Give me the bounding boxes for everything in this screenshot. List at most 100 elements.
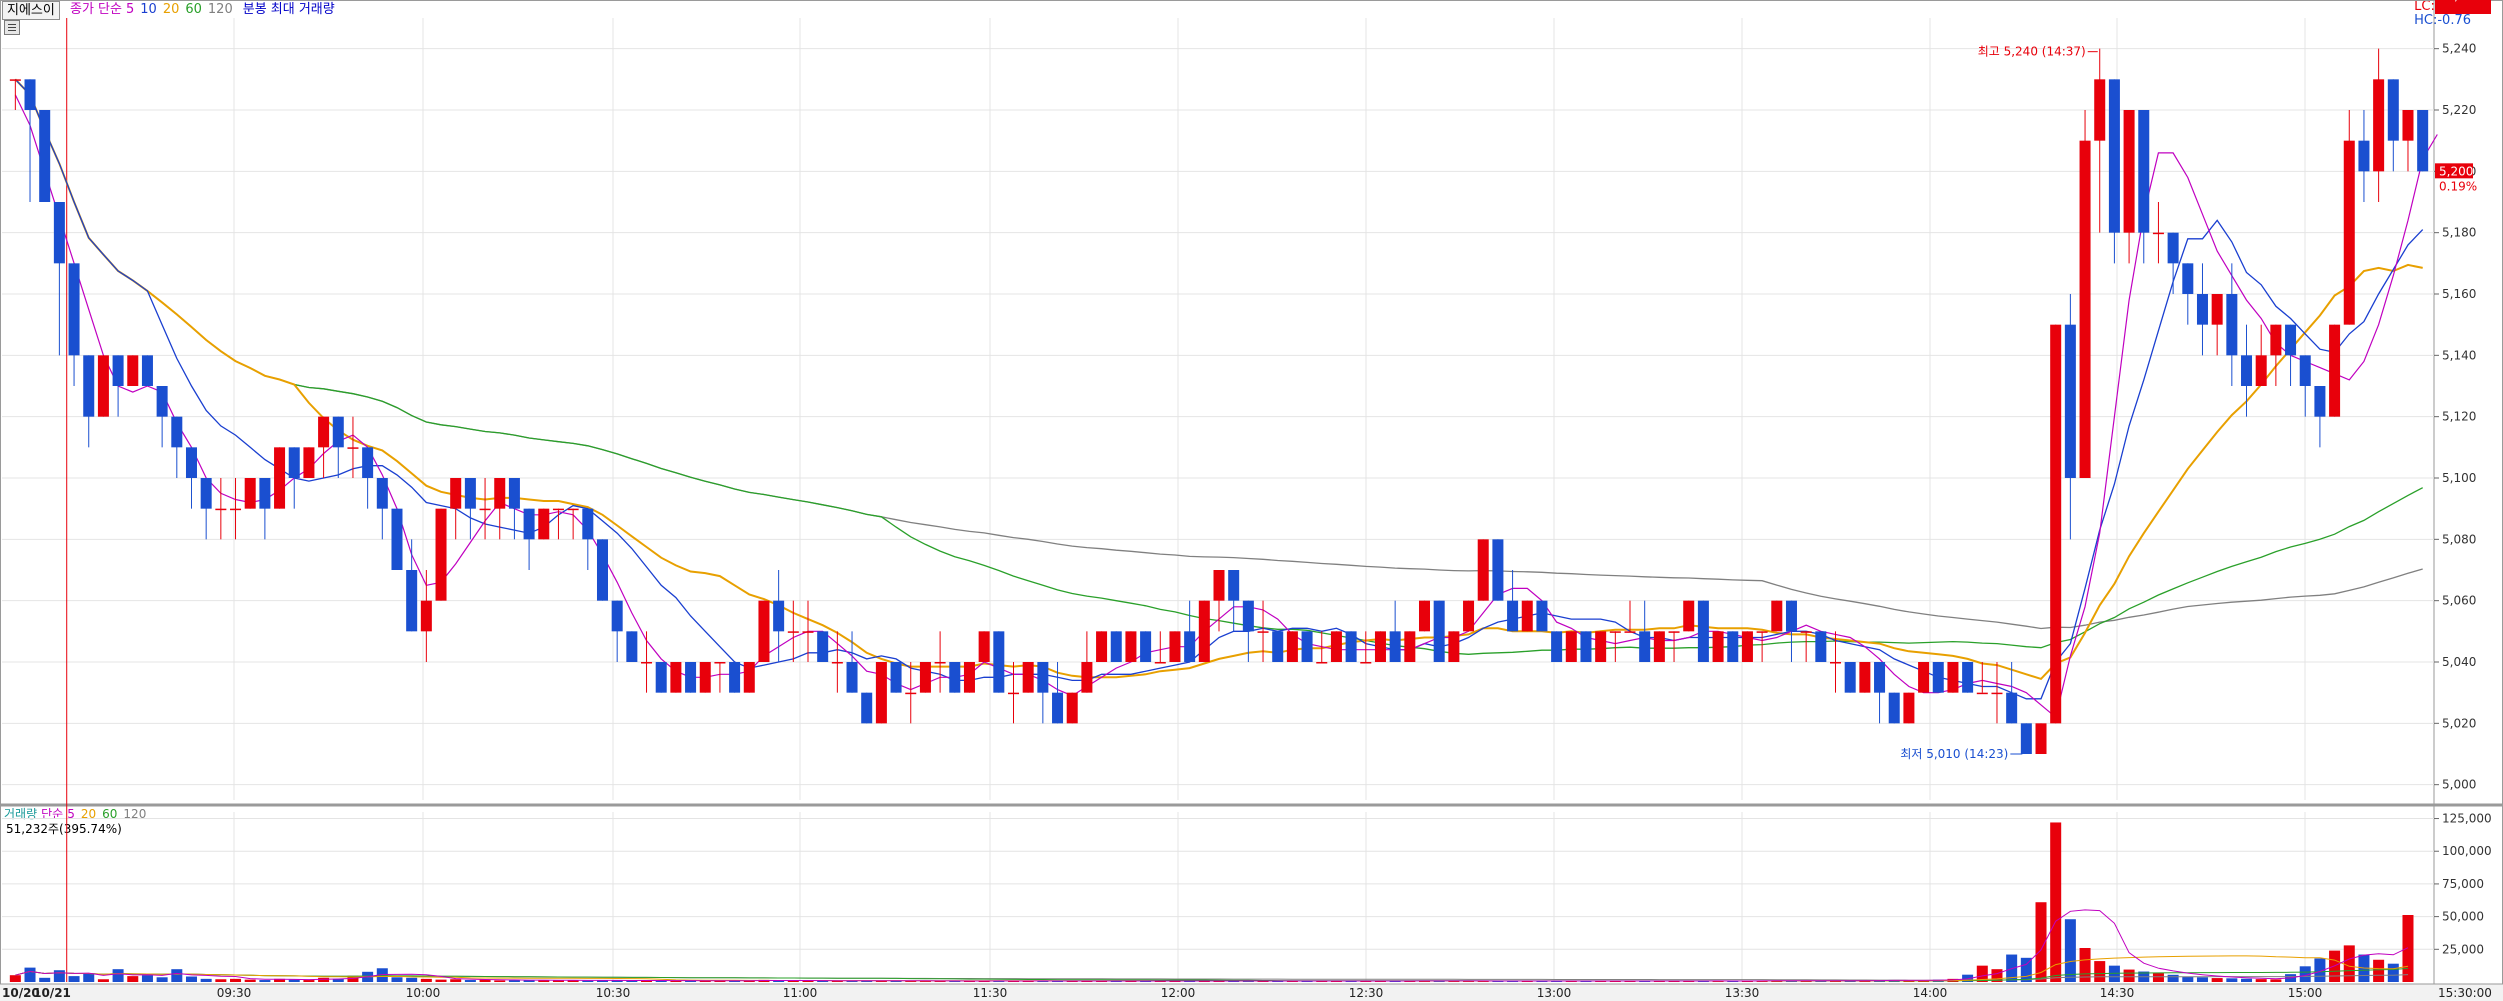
candle-body (2373, 79, 2385, 172)
candle-body (435, 508, 447, 601)
volume-bar (53, 970, 65, 982)
time-tick-label: 10:00 (406, 986, 441, 1000)
candle-body (318, 416, 330, 448)
candle-body (215, 508, 227, 511)
price-tick-label: 5,000 (2442, 778, 2476, 792)
low-annotation: 최저 5,010 (14:23) (1900, 747, 2008, 761)
candle-body (1639, 631, 1651, 662)
volume-bar (435, 979, 447, 982)
candle-body (1565, 631, 1577, 662)
last-price-change: 0.19% (2439, 179, 2477, 193)
volume-bar (83, 973, 95, 982)
candle-body (288, 447, 300, 478)
candle-body (1022, 662, 1034, 693)
candle-body (450, 478, 462, 509)
candle-body (2241, 355, 2253, 386)
time-tick-label: 09:30 (217, 986, 252, 1000)
price-tick-label: 5,180 (2442, 226, 2476, 240)
candle-body (2020, 723, 2032, 754)
candle-body (362, 447, 374, 478)
candle-body (1360, 662, 1372, 664)
candle-body (1947, 662, 1959, 693)
volume-bar (127, 976, 139, 982)
candle-body (259, 478, 271, 509)
candle-body (729, 662, 741, 693)
candle-body (1345, 631, 1357, 662)
candle-body (1727, 631, 1739, 662)
volume-bar (215, 979, 227, 982)
candle-body (1830, 662, 1842, 664)
candle-body (1213, 570, 1225, 601)
stock-chart-svg[interactable]: 5,000 5,020 5,040 5,060 5,080 5,100 5,120 5,140… (0, 0, 2503, 1001)
candle-body (626, 631, 638, 662)
candle-body (2152, 232, 2164, 235)
volume-bar (406, 977, 418, 982)
candle-body (2182, 263, 2194, 294)
candle-body (861, 692, 873, 724)
candle-body (611, 600, 623, 632)
candle-body (2211, 294, 2223, 325)
volume-bar (141, 975, 153, 982)
volume-bar (2064, 919, 2076, 982)
candle-body (2299, 355, 2311, 386)
volume-bar (2226, 978, 2238, 982)
candle-body (2108, 79, 2120, 233)
volume-bar (450, 979, 462, 982)
volume-bar (24, 967, 36, 982)
time-tick-label: 10/21 (33, 986, 71, 1000)
candle-body (347, 447, 359, 449)
candle-body (538, 508, 550, 540)
candle-body (685, 662, 697, 693)
candle-body (1624, 631, 1636, 633)
candle-body (2255, 355, 2267, 386)
volume-bar (68, 976, 80, 982)
time-tick-label: 10:30 (596, 986, 631, 1000)
volume-bar (2152, 973, 2164, 982)
candle-body (1741, 631, 1753, 662)
time-tick-label: 15:00 (2288, 986, 2323, 1000)
candle-body (494, 478, 506, 509)
candle-body (1771, 600, 1783, 632)
high-annotation: 최고 5,240 (14:37) (1978, 45, 2086, 59)
candle-body (1697, 600, 1709, 662)
candle-body (1653, 631, 1665, 662)
time-tick-label: 14:30 (2100, 986, 2135, 1000)
candle-body (1257, 631, 1269, 633)
candle-body (1888, 692, 1900, 724)
volume-bar (112, 969, 124, 982)
ma120-line (14, 78, 2423, 630)
volume-bar (2094, 961, 2106, 982)
volume-bar (2167, 974, 2179, 982)
volume-bar (2182, 976, 2194, 982)
price-tick-label: 5,120 (2442, 410, 2476, 424)
price-tick-label: 5,020 (2442, 716, 2476, 730)
candle-body (1874, 662, 1886, 693)
candle-body (1037, 662, 1049, 693)
candle-body (919, 662, 931, 693)
candle-body (1844, 662, 1856, 693)
candle-body (1418, 600, 1431, 632)
candle-body (993, 631, 1005, 693)
candle-body (978, 631, 990, 662)
chart-stage: 지에스이 종가 단순5102060120분봉 최대 거래량 LC:3.79 HC… (0, 0, 2503, 1001)
volume-tick-label: 75,000 (2442, 877, 2484, 891)
volume-bar (2211, 978, 2223, 982)
candle-body (24, 79, 36, 110)
candle-body (1125, 631, 1137, 662)
volume-tick-label: 100,000 (2442, 844, 2492, 858)
volume-bar (288, 979, 300, 982)
ma60-line (14, 78, 2424, 655)
candle-body (1551, 631, 1563, 662)
price-tick-label: 5,140 (2442, 348, 2476, 362)
candle-body (1007, 692, 1020, 695)
candle-body (582, 508, 594, 540)
candle-body (391, 508, 403, 570)
candle-body (1976, 692, 1988, 695)
volume-bar (2343, 945, 2355, 982)
candle-body (156, 386, 168, 417)
volume-bar (200, 978, 212, 982)
volume-tick-label: 125,000 (2442, 812, 2492, 826)
candle-body (127, 355, 139, 386)
price-tick-label: 5,060 (2442, 594, 2476, 608)
candle-body (1081, 662, 1093, 693)
